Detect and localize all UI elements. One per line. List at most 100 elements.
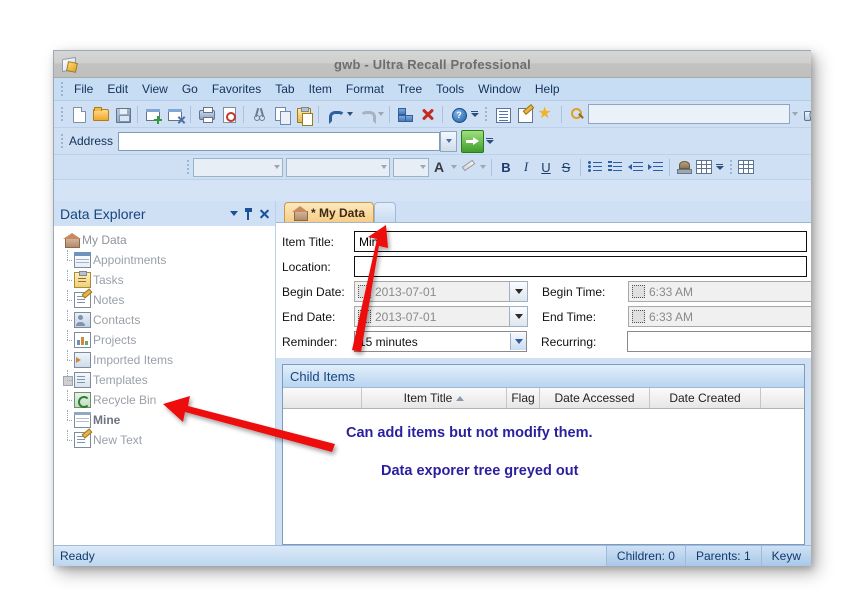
tree-expander[interactable] [62,370,73,390]
end-time-field[interactable]: 6:33 AM [628,306,811,327]
menu-help[interactable]: Help [528,80,567,98]
outline-icon[interactable] [491,104,513,125]
font-family-combo[interactable] [286,157,390,177]
redo-icon[interactable] [354,104,376,125]
tree-item-new-text[interactable]: New Text [54,430,275,450]
tree-item-templates[interactable]: Templates [54,370,275,390]
highlight-dropdown-icon[interactable] [478,157,487,177]
new-window-icon[interactable] [142,104,164,125]
begin-date-checkbox[interactable] [358,285,371,298]
search-dropdown-icon[interactable] [790,104,799,124]
strikethrough-button[interactable]: S [556,157,576,177]
location-input[interactable] [354,256,807,277]
menu-file[interactable]: File [67,80,100,98]
search-magnifier-icon[interactable] [566,104,588,125]
edit-item-icon[interactable] [513,104,535,125]
column-header-date-created[interactable]: Date Created [650,388,761,408]
end-time-control[interactable]: 6:33 AM [628,306,811,327]
undo-dropdown-icon[interactable] [345,104,354,124]
end-date-field[interactable]: 2013-07-01 [354,306,510,327]
save-icon[interactable] [111,104,133,125]
help-icon[interactable]: ? [447,104,469,125]
tree-item-my-data[interactable]: My Data [54,230,275,250]
bold-button[interactable]: B [496,157,516,177]
delete-icon[interactable] [416,104,438,125]
paste-icon[interactable] [292,104,314,126]
reminder-combo[interactable]: 15 minutes [354,331,527,352]
tree-item-appointments[interactable]: Appointments [54,250,275,270]
tree-item-imported-items[interactable]: Imported Items [54,350,275,370]
tree-item-contacts[interactable]: Contacts [54,310,275,330]
begin-time-control[interactable]: 6:33 AM [628,281,811,302]
print-preview-icon[interactable] [217,104,239,125]
menu-tree[interactable]: Tree [391,80,429,98]
menu-view[interactable]: View [135,80,175,98]
print-icon[interactable] [195,104,217,125]
search-toolbar-gripper[interactable] [482,106,489,122]
toolbar-overflow-button[interactable] [469,103,480,125]
column-header-item-title[interactable]: Item Title [362,388,507,408]
font-color-icon[interactable]: A [429,157,449,177]
numbered-list-icon[interactable] [605,157,625,177]
menu-window[interactable]: Window [471,80,528,98]
menu-tab[interactable]: Tab [268,80,301,98]
location-field[interactable] [355,259,806,274]
data-explorer-tree[interactable]: My Data Appointments Tasks Notes Contact… [54,226,275,545]
close-window-icon[interactable] [164,104,186,125]
tree-item-recycle-bin[interactable]: Recycle Bin [54,390,275,410]
favorite-star-icon[interactable]: ★ [535,104,557,125]
search-input[interactable] [588,104,790,124]
menu-edit[interactable]: Edit [100,80,135,98]
menu-tools[interactable]: Tools [429,80,471,98]
column-header-date-accessed[interactable]: Date Accessed [540,388,650,408]
tree-item-mine[interactable]: Mine [54,410,275,430]
increase-indent-icon[interactable] [645,157,665,177]
tree-item-notes[interactable]: Notes [54,290,275,310]
item-title-field[interactable] [355,234,806,249]
item-title-input[interactable] [354,231,807,252]
address-dropdown-icon[interactable] [440,130,458,152]
address-input[interactable] [118,131,441,151]
begin-date-calendar-icon[interactable] [509,281,528,302]
highlight-icon[interactable] [458,157,478,177]
cut-icon[interactable] [248,104,270,125]
tab-empty[interactable] [374,202,397,222]
go-button[interactable] [461,129,485,153]
close-icon[interactable] [256,206,271,222]
open-folder-icon[interactable] [89,104,111,125]
paragraph-style-combo[interactable] [193,157,283,177]
bullet-list-icon[interactable] [585,157,605,177]
address-gripper[interactable] [58,133,65,149]
begin-time-field[interactable]: 6:33 AM [628,281,811,302]
tree-item-projects[interactable]: Projects [54,330,275,350]
insert-table-extra-icon[interactable] [736,157,756,177]
tab-my-data[interactable]: * My Data [284,202,375,222]
menubar-gripper[interactable] [58,81,65,97]
font-size-combo[interactable] [393,157,429,177]
tree-item-tasks[interactable]: Tasks [54,270,275,290]
find-icon[interactable] [799,104,811,125]
redo-dropdown-icon[interactable] [376,104,385,124]
copy-icon[interactable] [270,104,292,125]
undo-icon[interactable] [323,104,345,125]
end-time-checkbox[interactable] [632,310,645,323]
decrease-indent-icon[interactable] [625,157,645,177]
begin-time-checkbox[interactable] [632,285,645,298]
menu-favorites[interactable]: Favorites [205,80,268,98]
menu-go[interactable]: Go [175,80,205,98]
panel-menu-icon[interactable] [226,206,241,222]
underline-button[interactable]: U [536,157,556,177]
column-header-blank[interactable] [283,388,362,408]
menu-format[interactable]: Format [339,80,391,98]
italic-button[interactable]: I [516,157,536,177]
font-color-dropdown-icon[interactable] [449,157,458,177]
format-gripper[interactable] [184,159,191,175]
begin-date-field[interactable]: 2013-07-01 [354,281,510,302]
search-input-field[interactable] [589,106,789,122]
address-input-field[interactable] [119,133,440,149]
begin-date-control[interactable]: 2013-07-01 [354,281,528,302]
end-date-checkbox[interactable] [358,310,371,323]
chevron-down-icon[interactable] [510,333,526,350]
column-header-flag[interactable]: Flag [507,388,540,408]
format-overflow-button[interactable] [714,156,725,178]
